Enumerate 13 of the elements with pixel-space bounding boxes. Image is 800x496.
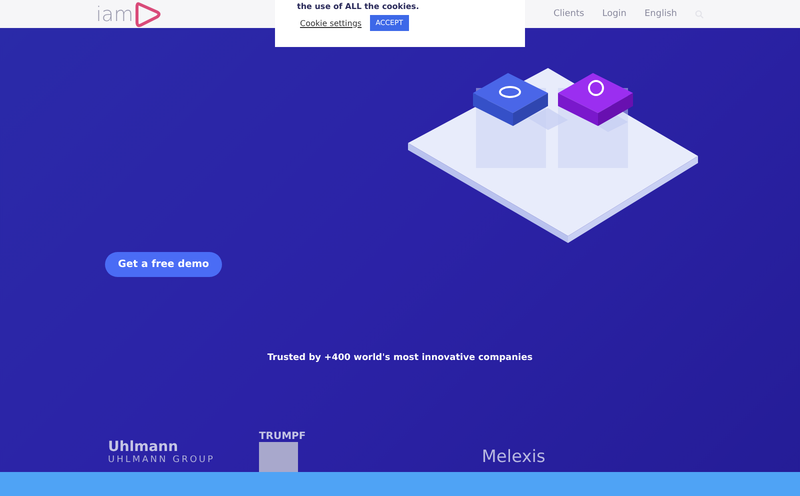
client-logo: Melexis	[482, 446, 546, 466]
nav-link[interactable]: Login	[602, 9, 626, 19]
nav-link[interactable]: Clients	[553, 9, 584, 19]
nav-link[interactable]: English	[644, 9, 677, 19]
logo-block	[258, 442, 298, 472]
client-logo-subtitle: UHLMANN GROUP	[108, 454, 215, 464]
demo-button[interactable]: Get a free demo	[105, 252, 222, 277]
logo[interactable]: iam	[96, 2, 134, 26]
cookie-text: the use of ALL the cookies.	[297, 1, 420, 11]
trusted-text: Trusted by +400 world's most innovative companies	[266, 353, 534, 363]
client-logo: Uhlmann	[108, 438, 180, 454]
client-logo: TRUMPF	[258, 431, 306, 442]
cookie-settings-link[interactable]: Cookie settings	[300, 18, 362, 28]
